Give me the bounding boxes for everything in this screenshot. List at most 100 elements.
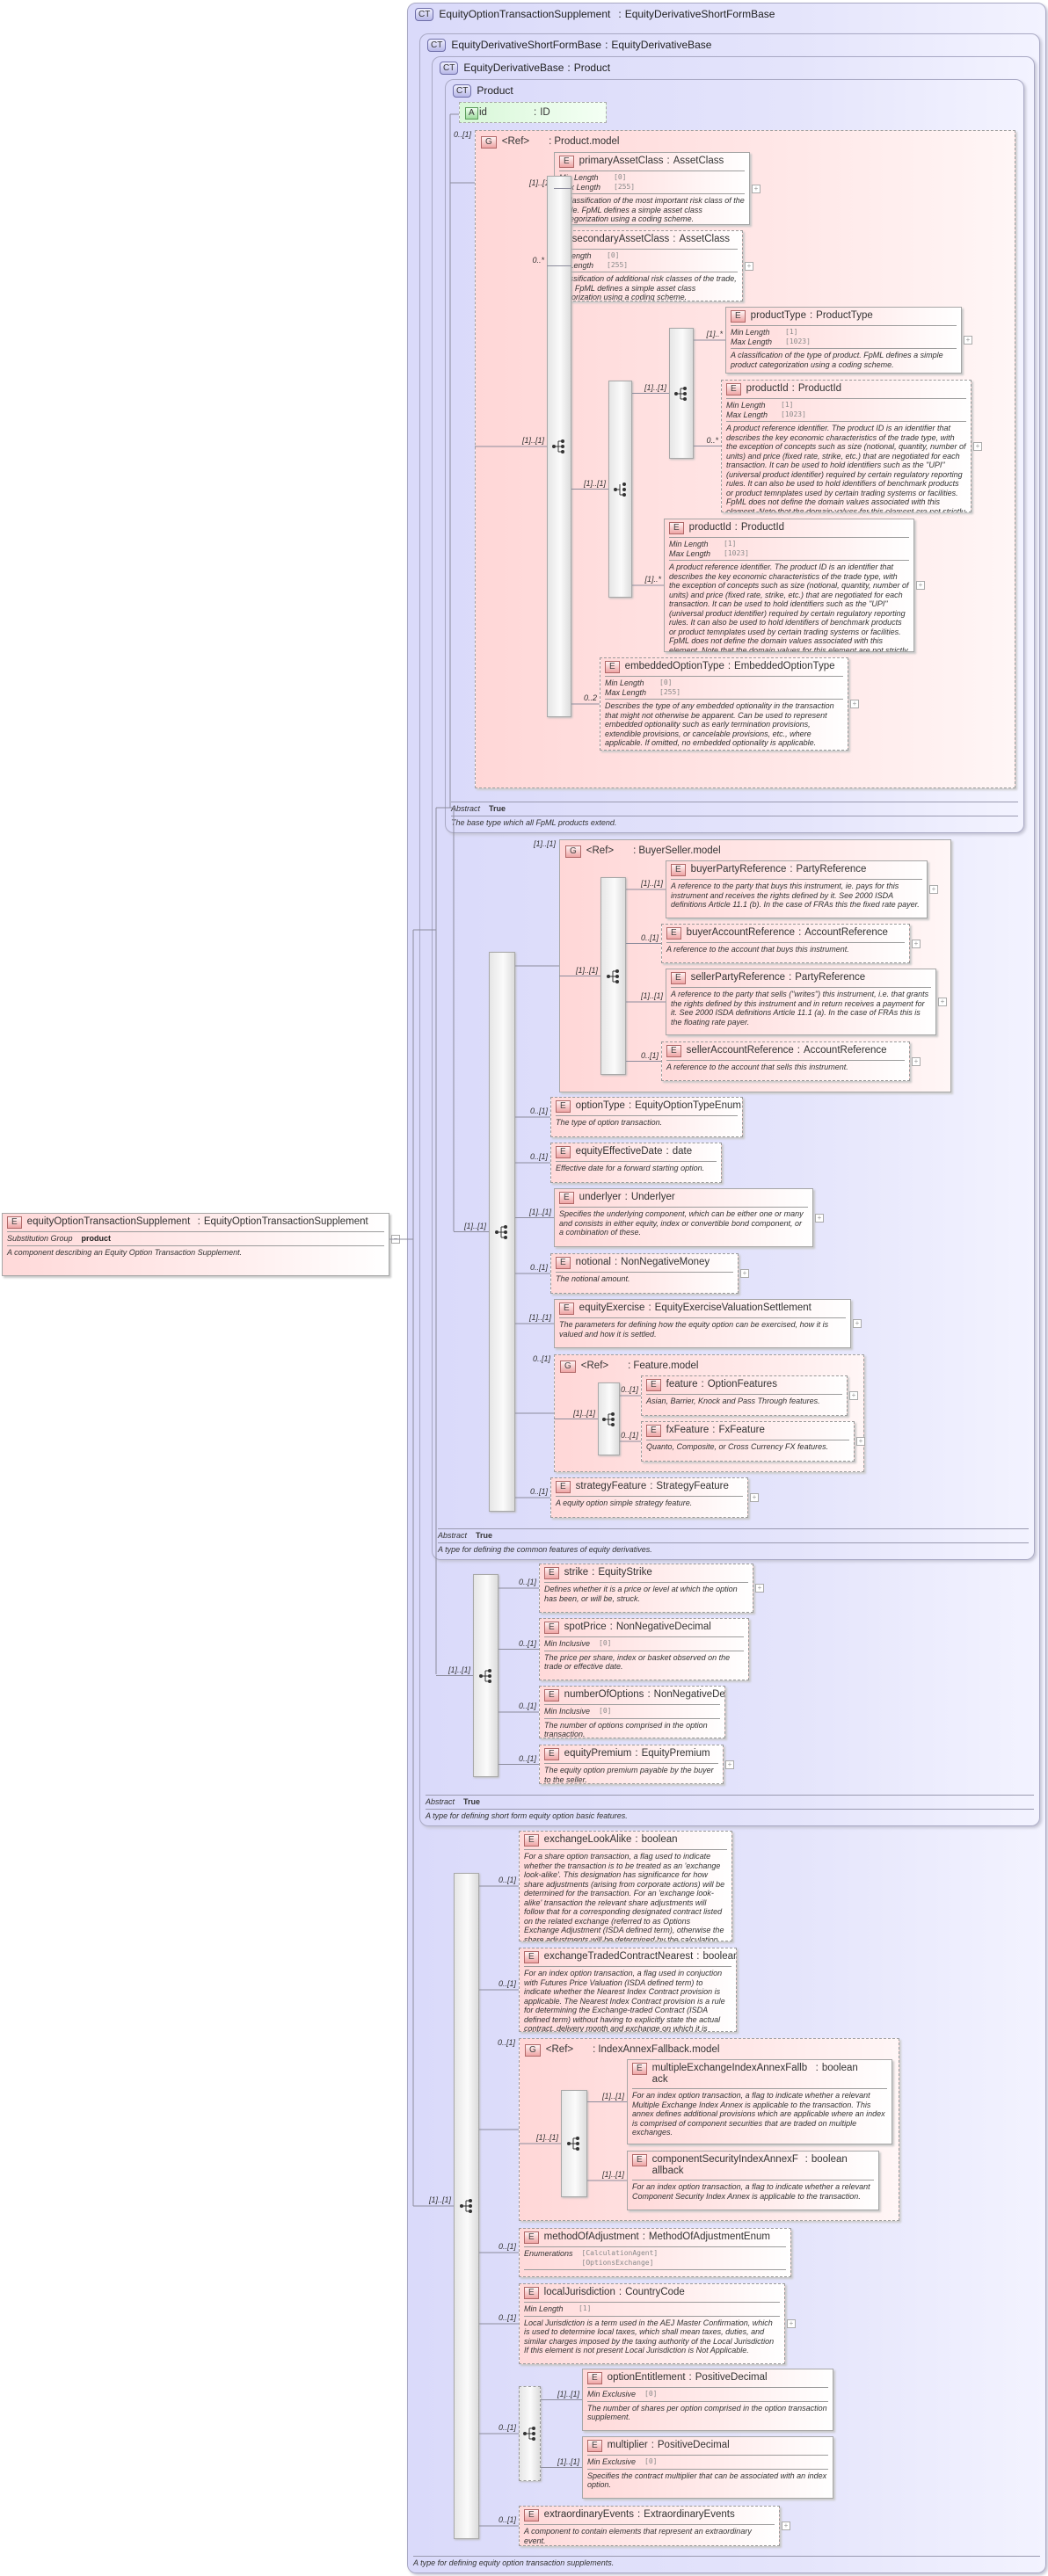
expand-icon[interactable]: +: [787, 2319, 796, 2328]
element-primary-asset-class[interactable]: EprimaryAssetClass: AssetClass Min Length[…: [554, 152, 750, 225]
element-seller-account-reference[interactable]: EsellerAccountReference: AccountReference…: [661, 1041, 910, 1081]
facet-value: [255]: [607, 260, 629, 269]
choice-compositor[interactable]: [608, 381, 632, 598]
expand-icon[interactable]: +: [740, 1269, 749, 1278]
facet-row: Min Length [1]: [731, 328, 957, 337]
abstract-value: True: [489, 804, 506, 813]
element-equity-exercise[interactable]: EequityExercise: EquityExerciseValuationS…: [554, 1299, 851, 1348]
element-secondary-asset-class[interactable]: EsecondaryAssetClass:AssetClassMin Lengt…: [547, 230, 743, 301]
element-type: boolean: [811, 2154, 848, 2165]
expand-icon[interactable]: +: [853, 1319, 862, 1328]
element-header: Emultiplier: PositiveDecimal: [587, 2440, 828, 2456]
type-separator: :: [592, 1567, 595, 1578]
facet-value: [0]: [607, 251, 620, 259]
facet-row: Min Length [0]: [559, 173, 745, 183]
element-component-security-index-annex-fallback[interactable]: EcomponentSecurityIndexAnnexFallback: boo…: [627, 2151, 879, 2210]
sequence-compositor[interactable]: [669, 328, 694, 459]
element-underlyer[interactable]: Eunderlyer: Underlyer Specifies the underl…: [554, 1188, 813, 1247]
expand-icon[interactable]: +: [782, 2522, 790, 2530]
element-facets: Min Length [1] Max Length [1023]: [726, 401, 966, 422]
element-header: EprimaryAssetClass: AssetClass: [559, 156, 745, 171]
sequence-compositor[interactable]: [473, 1574, 499, 1777]
element-doc: The number of shares per option comprise…: [587, 2403, 827, 2422]
expand-icon[interactable]: +: [929, 885, 938, 894]
expand-icon[interactable]: +: [938, 998, 947, 1006]
expand-icon[interactable]: +: [916, 581, 925, 590]
expand-icon[interactable]: +: [752, 184, 761, 193]
sequence-compositor[interactable]: [454, 1873, 479, 2539]
type-separator: :: [650, 1481, 653, 1491]
element-equity-effective-date[interactable]: EequityEffectiveDate: date Effective date …: [550, 1143, 722, 1183]
sequence-compositor[interactable]: [489, 952, 515, 1512]
element-strike[interactable]: Estrike: EquityStrike Defines whether it i…: [539, 1564, 753, 1613]
expand-icon[interactable]: +: [815, 1213, 824, 1223]
expand-icon[interactable]: +: [964, 336, 972, 345]
expand-icon[interactable]: +: [849, 1391, 858, 1400]
element-name: methodOfAdjustment: [543, 2231, 639, 2242]
element-equity-premium[interactable]: EequityPremium: EquityPremium The equity o…: [539, 1745, 724, 1784]
expand-icon[interactable]: +: [755, 1584, 764, 1593]
facet-row: Min Inclusive [0]: [544, 1639, 744, 1649]
element-exchange-look-alike[interactable]: EexchangeLookAlike: boolean For a share op…: [519, 1831, 732, 1941]
element-type: StrategyFeature: [656, 1481, 729, 1491]
facet-row: Max Length [1023]: [726, 410, 966, 420]
type-separator: :: [727, 661, 731, 671]
expand-icon[interactable]: +: [725, 1760, 734, 1769]
complex-type-base: EquityDerivativeBase: [611, 39, 712, 51]
complex-type-footer: Abstract True A type for defining the comm…: [438, 1528, 1029, 1556]
element-seller-party-reference[interactable]: EsellerPartyReference: PartyReference A re…: [666, 969, 936, 1035]
attribute-id[interactable]: Aid: ID: [459, 102, 607, 123]
sequence-compositor[interactable]: [600, 877, 626, 1075]
element-header: EembeddedOptionType: EmbeddedOptionType: [605, 661, 843, 677]
element-strategy-feature[interactable]: EstrategyFeature: StrategyFeature A equity…: [550, 1477, 748, 1518]
element-embedded-option-type[interactable]: EembeddedOptionType: EmbeddedOptionType Mi…: [600, 657, 848, 751]
element-name: buyerPartyReference: [690, 864, 787, 874]
element-buyer-party-reference[interactable]: EbuyerPartyReference: PartyReference A ref…: [666, 860, 928, 918]
element-buyer-account-reference[interactable]: EbuyerAccountReference: AccountReference A…: [661, 924, 910, 963]
element-multiplier[interactable]: Emultiplier: PositiveDecimal Min Exclusive…: [582, 2436, 833, 2499]
expand-icon[interactable]: +: [850, 700, 859, 708]
sequence-compositor[interactable]: [519, 2386, 541, 2481]
element-product-type[interactable]: EproductType: ProductType Min Length [1] Max…: [725, 307, 962, 374]
element-doc: Defines whether it is a price or level a…: [544, 1585, 738, 1603]
type-separator: :: [197, 1216, 200, 1227]
facet-value: [0]: [614, 173, 627, 181]
collapse-icon[interactable]: −: [391, 1235, 400, 1244]
sequence-compositor[interactable]: [598, 1382, 620, 1455]
cardinality-label: 0..[1]: [498, 1876, 516, 1884]
element-type: NonNegativeDecimal: [653, 1689, 725, 1700]
expand-icon[interactable]: +: [856, 1437, 865, 1446]
element-method-of-adjustment[interactable]: EmethodOfAdjustment: MethodOfAdjustmentEn…: [519, 2228, 791, 2277]
element-spot-price[interactable]: EspotPrice: NonNegativeDecimal Min Inclusi…: [539, 1618, 749, 1680]
element-local-jurisdiction[interactable]: ElocalJurisdiction: CountryCode Min Length…: [519, 2283, 785, 2364]
element-option-entitlement[interactable]: EoptionEntitlement: PositiveDecimal Min Ex…: [582, 2369, 833, 2431]
expand-icon[interactable]: +: [912, 939, 921, 948]
root-element-box[interactable]: E equityOptionTransactionSupplement : Eq…: [2, 1213, 389, 1276]
element-option-type[interactable]: EoptionType: EquityOptionTypeEnum The type…: [550, 1097, 743, 1137]
element-icon: E: [605, 661, 620, 673]
element-product-id[interactable]: EproductId: ProductId Min Length [1] Max Len…: [721, 380, 972, 512]
expand-icon[interactable]: +: [750, 1493, 759, 1502]
element-number-of-options[interactable]: EnumberOfOptions:NonNegativeDecimal Min I…: [539, 1686, 725, 1738]
element-header: EnumberOfOptions:NonNegativeDecimal: [544, 1689, 724, 1705]
sequence-compositor[interactable]: [547, 176, 571, 717]
element-notional[interactable]: Enotional: NonNegativeMoney The notional a…: [550, 1253, 739, 1294]
expand-icon[interactable]: +: [912, 1056, 921, 1066]
expand-icon[interactable]: +: [745, 261, 753, 271]
element-icon: E: [524, 2509, 539, 2522]
element-fx-feature[interactable]: EfxFeature: FxFeature Quanto, Composite, o…: [641, 1421, 855, 1462]
element-extraordinary-events[interactable]: EextraordinaryEvents: ExtraordinaryEvents…: [519, 2506, 780, 2546]
facet-value: [0]: [644, 2457, 658, 2465]
element-multiple-exchange-index-annex-fallback[interactable]: EmultipleExchangeIndexAnnexFallback: bool…: [627, 2059, 892, 2144]
element-icon: E: [524, 1834, 539, 1847]
element-product-id[interactable]: EproductId: ProductId Min Length [1] Max Len…: [664, 519, 914, 652]
element-exchange-traded-contract-nearest[interactable]: EexchangeTradedContractNearest: boolean Fo…: [519, 1948, 737, 2032]
element-feature[interactable]: Efeature: OptionFeatures Asian, Barrier, K…: [641, 1375, 848, 1416]
type-separator: :: [804, 2154, 808, 2165]
cardinality-label: 0..[1]: [498, 2423, 516, 2432]
element-type: EquityPremium: [641, 1748, 710, 1759]
facet-label: Min Inclusive: [544, 1707, 591, 1716]
expand-icon[interactable]: +: [973, 441, 982, 451]
element-header: EoptionEntitlement: PositiveDecimal: [587, 2372, 828, 2388]
sequence-compositor[interactable]: [561, 2090, 587, 2197]
